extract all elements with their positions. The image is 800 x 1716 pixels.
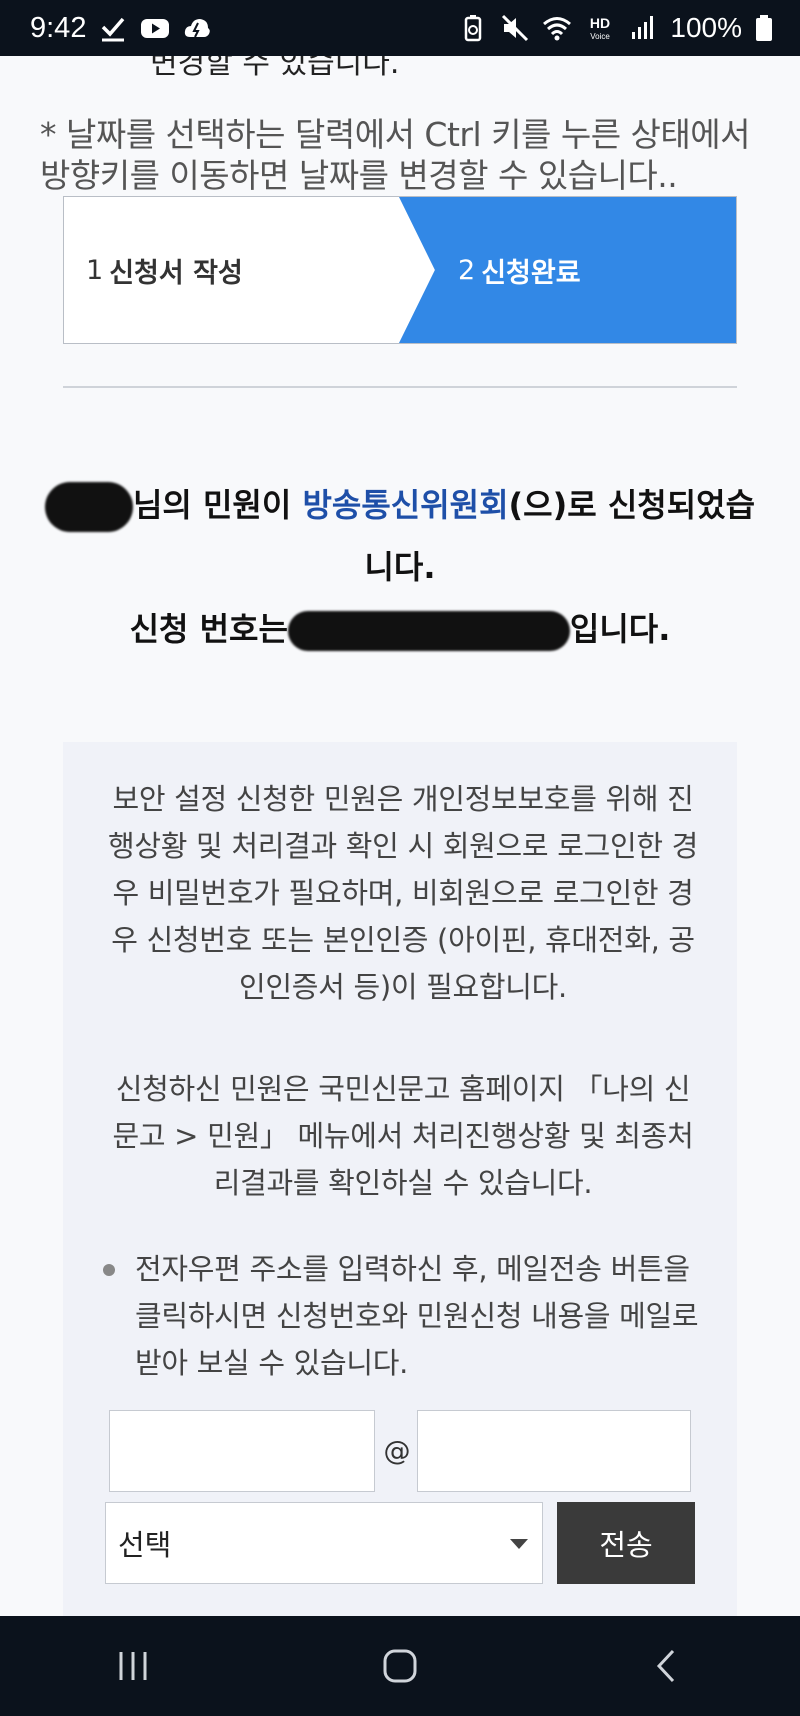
step-1-label: 신청서 작성: [109, 257, 243, 289]
at-sign: @: [383, 1435, 411, 1467]
email-guide: 전자우편 주소를 입력하신 후, 메일전송 버튼을 클릭하시면 신청번호와 민원…: [103, 1246, 703, 1387]
bullet-icon: [103, 1264, 115, 1276]
page-content[interactable]: 변경할 수 있습니다. * 날짜를 선택하는 달력에서 Ctrl 키를 누른 상…: [0, 56, 800, 1616]
back-button[interactable]: [622, 1631, 712, 1701]
home-button[interactable]: [355, 1631, 445, 1701]
recent-apps-icon: [119, 1652, 147, 1680]
partial-text: 변경할 수 있습니다.: [150, 56, 400, 81]
battery-icon: [754, 13, 774, 43]
step-2-number: 2: [458, 254, 476, 286]
weather-icon: [182, 13, 212, 43]
redacted-name: [44, 482, 133, 532]
redacted-application-number: [287, 611, 570, 651]
wifi-icon: [542, 13, 572, 43]
dropdown-arrow-icon: [510, 1539, 528, 1549]
email-local-input[interactable]: [109, 1410, 375, 1492]
youtube-icon: [140, 13, 170, 43]
agency-name[interactable]: 방송통신위원회: [302, 486, 508, 524]
signal-icon: [628, 13, 658, 43]
recent-apps-button[interactable]: [88, 1631, 178, 1701]
result-message: 님의 민원이 방송통신위원회(으)로 신청되었습니다. 신청 번호는 입니다.: [40, 474, 760, 660]
home-icon: [383, 1649, 417, 1683]
status-left: 9:42: [30, 12, 212, 45]
number-suffix: 입니다.: [569, 610, 671, 648]
select-value: 선택: [118, 1528, 172, 1562]
send-email-button[interactable]: 전송: [557, 1502, 695, 1584]
step-1-number: 1: [86, 254, 104, 286]
hd-voice-icon: HD Voice: [584, 13, 616, 43]
status-time: 9:42: [30, 11, 87, 44]
email-domain-select[interactable]: 선택: [105, 1502, 543, 1584]
step-2: 2 신청완료: [458, 197, 581, 343]
back-icon: [656, 1649, 674, 1683]
info-box: 보안 설정 신청한 민원은 개인정보보호를 위해 진행상황 및 처리결과 확인 …: [63, 742, 737, 1616]
battery-saver-icon: [458, 13, 488, 43]
mute-icon: [500, 13, 530, 43]
progress-steps: 1 신청서 작성 2 신청완료: [63, 196, 737, 344]
status-check-info-text: 신청하신 민원은 국민신문고 홈페이지 「나의 신문고 > 민원」 메뉴에서 처…: [112, 1072, 694, 1200]
voice-label: Voice: [591, 32, 611, 41]
check-icon: [98, 13, 128, 43]
navigation-bar: [0, 1616, 800, 1716]
email-input-row: @: [109, 1410, 691, 1492]
security-info-text: 보안 설정 신청한 민원은 개인정보보호를 위해 진행상황 및 처리결과 확인 …: [107, 782, 699, 1004]
battery-percent: 100%: [670, 12, 742, 43]
result-name-suffix: 님의 민원이: [132, 486, 303, 524]
step-1: 1 신청서 작성: [86, 197, 243, 343]
step-2-label: 신청완료: [481, 257, 581, 289]
divider: [63, 386, 737, 388]
status-bar: 9:42 HD Voice 100%: [0, 0, 800, 56]
email-guide-text: 전자우편 주소를 입력하신 후, 메일전송 버튼을 클릭하시면 신청번호와 민원…: [135, 1252, 699, 1380]
number-prefix: 신청 번호는: [129, 610, 288, 648]
email-select-row: 선택 전송: [105, 1502, 695, 1584]
result-line-1: 님의 민원이 방송통신위원회(으)로 신청되었습니다.: [40, 474, 760, 598]
hd-label: HD: [590, 15, 610, 31]
status-right: HD Voice 100%: [458, 12, 774, 44]
email-domain-input[interactable]: [417, 1410, 691, 1492]
calendar-notice: * 날짜를 선택하는 달력에서 Ctrl 키를 누른 상태에서 방향키를 이동하…: [40, 115, 751, 195]
result-line-2: 신청 번호는 입니다.: [40, 598, 760, 660]
